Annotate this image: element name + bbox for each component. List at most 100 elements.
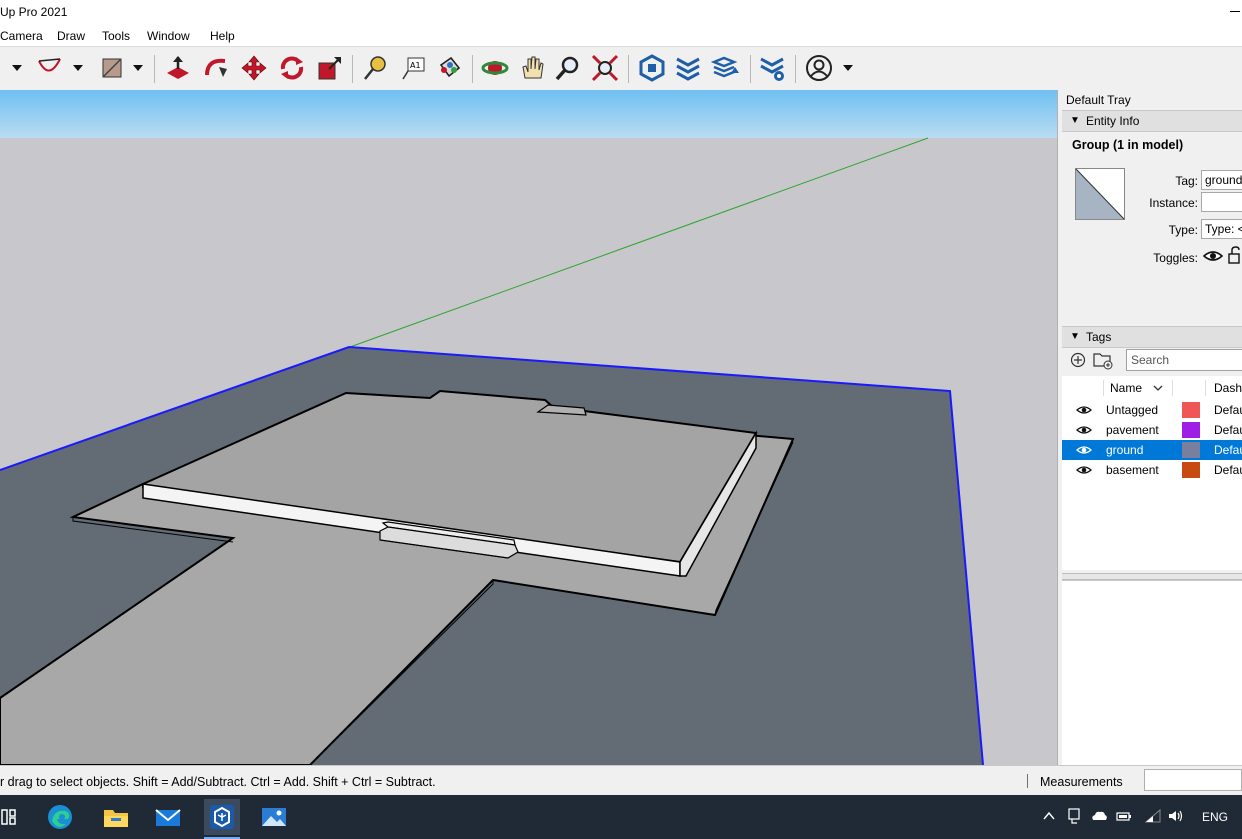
sky: [0, 90, 1057, 138]
zoom-extents-icon[interactable]: [590, 53, 620, 83]
tag-name: ground: [1106, 443, 1144, 457]
photos-icon[interactable]: [258, 801, 290, 833]
scale-icon[interactable]: [315, 53, 345, 83]
menu-tools[interactable]: Tools: [102, 29, 130, 43]
tape-measure-icon[interactable]: [360, 53, 390, 83]
edge-icon[interactable]: [44, 801, 76, 833]
dash-column-header[interactable]: Dash: [1214, 381, 1242, 395]
file-explorer-icon[interactable]: [100, 801, 132, 833]
tags-column-header: Name Dash: [1062, 376, 1242, 401]
toggles-label: Toggles:: [1153, 251, 1198, 265]
measurements-input[interactable]: [1144, 769, 1242, 791]
extension-warehouse-icon[interactable]: [673, 53, 703, 83]
follow-me-icon[interactable]: [201, 53, 231, 83]
visibility-eye-icon[interactable]: [1076, 424, 1092, 436]
wifi-icon[interactable]: [1144, 807, 1162, 825]
tag-dash[interactable]: Defau: [1214, 443, 1242, 457]
orbit-icon[interactable]: [480, 53, 510, 83]
title-bar: Up Pro 2021: [0, 0, 1242, 24]
extension-manager-icon[interactable]: [757, 53, 787, 83]
tag-color-swatch[interactable]: [1182, 462, 1200, 478]
tag-row-pavement[interactable]: pavement Defau: [1062, 420, 1242, 440]
lock-toggle-icon[interactable]: [1228, 246, 1242, 264]
3d-warehouse-icon[interactable]: [637, 53, 667, 83]
tray-title: Default Tray: [1066, 93, 1131, 107]
tray-splitter[interactable]: [1062, 573, 1242, 580]
main-toolbar: A1: [0, 46, 1242, 92]
tag-row-basement[interactable]: basement Defau: [1062, 460, 1242, 480]
windows-taskbar: ENG: [0, 795, 1242, 839]
tag-row-untagged[interactable]: Untagged Defau: [1062, 400, 1242, 420]
text-icon[interactable]: A1: [398, 53, 428, 83]
pan-icon[interactable]: [517, 53, 547, 83]
window-title: Up Pro 2021: [0, 5, 68, 19]
zoom-icon[interactable]: [553, 53, 583, 83]
meet-now-icon[interactable]: [1066, 807, 1084, 825]
move-icon[interactable]: [239, 53, 269, 83]
mail-icon[interactable]: [152, 801, 184, 833]
instance-label: Instance:: [1149, 196, 1198, 210]
collapse-arrow-icon: ▼: [1070, 115, 1080, 126]
add-tag-icon[interactable]: [1070, 352, 1086, 368]
account-dropdown-icon[interactable]: [843, 64, 853, 72]
tag-label: Tag:: [1175, 174, 1198, 188]
collapse-arrow-icon: ▼: [1070, 331, 1080, 342]
entity-info-header[interactable]: ▼ Entity Info: [1062, 110, 1242, 132]
show-hidden-icons-chevron-icon[interactable]: [1040, 807, 1058, 825]
sort-chevron-icon[interactable]: [1153, 385, 1163, 392]
volume-icon[interactable]: [1167, 807, 1185, 825]
layout-icon[interactable]: [711, 53, 741, 83]
visibility-eye-icon[interactable]: [1076, 464, 1092, 476]
visibility-eye-icon[interactable]: [1076, 404, 1092, 416]
language-indicator[interactable]: ENG: [1202, 810, 1228, 824]
name-column-header[interactable]: Name: [1110, 381, 1142, 395]
visibility-eye-icon[interactable]: [1076, 444, 1092, 456]
menu-help[interactable]: Help: [210, 29, 235, 43]
paint-bucket-icon[interactable]: [433, 53, 463, 83]
battery-icon[interactable]: [1115, 807, 1133, 825]
tag-dash[interactable]: Defau: [1214, 423, 1242, 437]
tags-search-input[interactable]: Search: [1126, 349, 1242, 371]
arc-icon[interactable]: [34, 53, 64, 83]
rotate-icon[interactable]: [277, 53, 307, 83]
scene-drawing: [0, 90, 1057, 765]
task-view-icon[interactable]: [0, 801, 32, 833]
shapes-dropdown-icon[interactable]: [133, 64, 143, 72]
pencil-dropdown-icon[interactable]: [12, 64, 22, 72]
instance-field[interactable]: [1201, 192, 1242, 212]
tags-label: Tags: [1086, 330, 1112, 344]
tags-toolbar: Search: [1062, 347, 1242, 373]
tag-name: basement: [1106, 463, 1159, 477]
push-pull-icon[interactable]: [163, 53, 193, 83]
tag-name: pavement: [1106, 423, 1159, 437]
status-bar: r drag to select objects. Shift = Add/Su…: [0, 765, 1242, 796]
tag-color-swatch[interactable]: [1182, 442, 1200, 458]
onedrive-icon[interactable]: [1090, 807, 1108, 825]
type-dropdown[interactable]: Type: <: [1201, 219, 1242, 239]
add-tag-folder-icon[interactable]: [1092, 350, 1114, 370]
tag-dropdown[interactable]: ground: [1201, 170, 1242, 190]
account-icon[interactable]: [804, 53, 834, 83]
menu-draw[interactable]: Draw: [57, 29, 85, 43]
selection-title: Group (1 in model): [1072, 138, 1184, 152]
tag-dash[interactable]: Defau: [1214, 403, 1242, 417]
menu-camera[interactable]: Camera: [0, 29, 43, 43]
measurements-label: Measurements: [1040, 775, 1123, 789]
tag-name: Untagged: [1106, 403, 1159, 417]
menu-bar: Camera Draw Tools Window Help: [0, 24, 1242, 46]
tag-color-swatch[interactable]: [1182, 422, 1200, 438]
shapes-icon[interactable]: [98, 53, 128, 83]
visibility-toggle-icon[interactable]: [1203, 248, 1223, 264]
default-tray: Default Tray ▼ Entity Info Group (1 in m…: [1057, 90, 1242, 765]
tag-color-swatch[interactable]: [1182, 402, 1200, 418]
type-label: Type:: [1168, 223, 1198, 237]
tags-header[interactable]: ▼ Tags: [1062, 326, 1242, 348]
menu-window[interactable]: Window: [147, 29, 190, 43]
tag-dash[interactable]: Defau: [1214, 463, 1242, 477]
sketchup-icon[interactable]: [204, 799, 240, 835]
tag-row-ground[interactable]: ground Defau: [1062, 440, 1242, 460]
model-viewport[interactable]: [0, 90, 1057, 765]
minimize-button[interactable]: [1222, 2, 1242, 20]
arc-dropdown-icon[interactable]: [73, 64, 83, 72]
tags-list: Untagged Defau pavement Defau ground Def…: [1062, 400, 1242, 570]
